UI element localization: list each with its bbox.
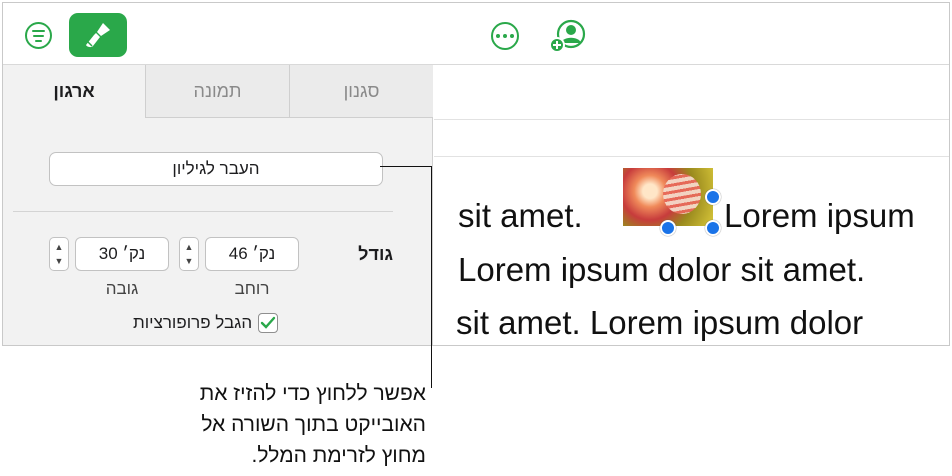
format-paintbrush-icon[interactable] xyxy=(69,13,127,57)
sidebar-tabs: סגנון תמונה ארגון xyxy=(3,65,433,118)
height-field[interactable]: 30 נק׳ xyxy=(75,237,169,271)
tab-style[interactable]: סגנון xyxy=(289,65,433,118)
chevron-up-icon[interactable]: ▲ xyxy=(55,240,64,254)
ruler-band xyxy=(434,119,949,157)
move-to-sheet-button[interactable]: העבר לגיליון xyxy=(49,152,383,186)
collaborate-icon[interactable] xyxy=(549,19,587,53)
width-stepper[interactable]: ▲ ▼ xyxy=(179,237,199,271)
height-label: גובה xyxy=(105,279,139,298)
document-canvas[interactable]: sit amet. Lorem ipsum Lorem ipsum dolor … xyxy=(434,65,949,345)
text-line-3[interactable]: sit amet. Lorem ipsum dolor xyxy=(456,304,863,342)
toolbar xyxy=(3,3,949,65)
constrain-proportions[interactable]: הגבל פרופורציות xyxy=(133,313,279,333)
format-sidebar: סגנון תמונה ארגון העבר לגיליון גודל 46 נ… xyxy=(3,65,433,345)
callout-line xyxy=(431,166,432,388)
app-window: סגנון תמונה ארגון העבר לגיליון גודל 46 נ… xyxy=(2,2,950,346)
lantern-image xyxy=(663,174,701,214)
callout-line xyxy=(380,166,432,167)
tab-image[interactable]: תמונה xyxy=(145,65,289,118)
inline-image[interactable] xyxy=(623,168,713,226)
chevron-down-icon[interactable]: ▼ xyxy=(185,254,194,268)
list-icon[interactable] xyxy=(25,22,52,49)
width-field[interactable]: 46 נק׳ xyxy=(205,237,299,271)
checkmark-icon xyxy=(260,316,276,329)
size-label: גודל xyxy=(358,244,393,264)
selection-handle[interactable] xyxy=(705,189,721,205)
chevron-down-icon[interactable]: ▼ xyxy=(55,254,64,268)
more-icon[interactable] xyxy=(491,22,519,50)
constrain-proportions-checkbox[interactable] xyxy=(258,313,279,333)
callout-text: אפשר ללחוץ כדי להזיז את האובייקט בתוך הש… xyxy=(199,382,426,467)
height-stepper[interactable]: ▲ ▼ xyxy=(49,237,69,271)
text-line-2[interactable]: Lorem ipsum dolor sit amet. xyxy=(458,251,865,289)
divider xyxy=(13,211,393,212)
chevron-up-icon[interactable]: ▲ xyxy=(185,240,194,254)
tab-arrange[interactable]: ארגון xyxy=(3,65,145,118)
selection-handle[interactable] xyxy=(660,220,676,236)
selection-handle[interactable] xyxy=(705,220,721,236)
width-label: רוחב xyxy=(234,279,270,298)
constrain-proportions-label: הגבל פרופורציות xyxy=(133,313,253,332)
